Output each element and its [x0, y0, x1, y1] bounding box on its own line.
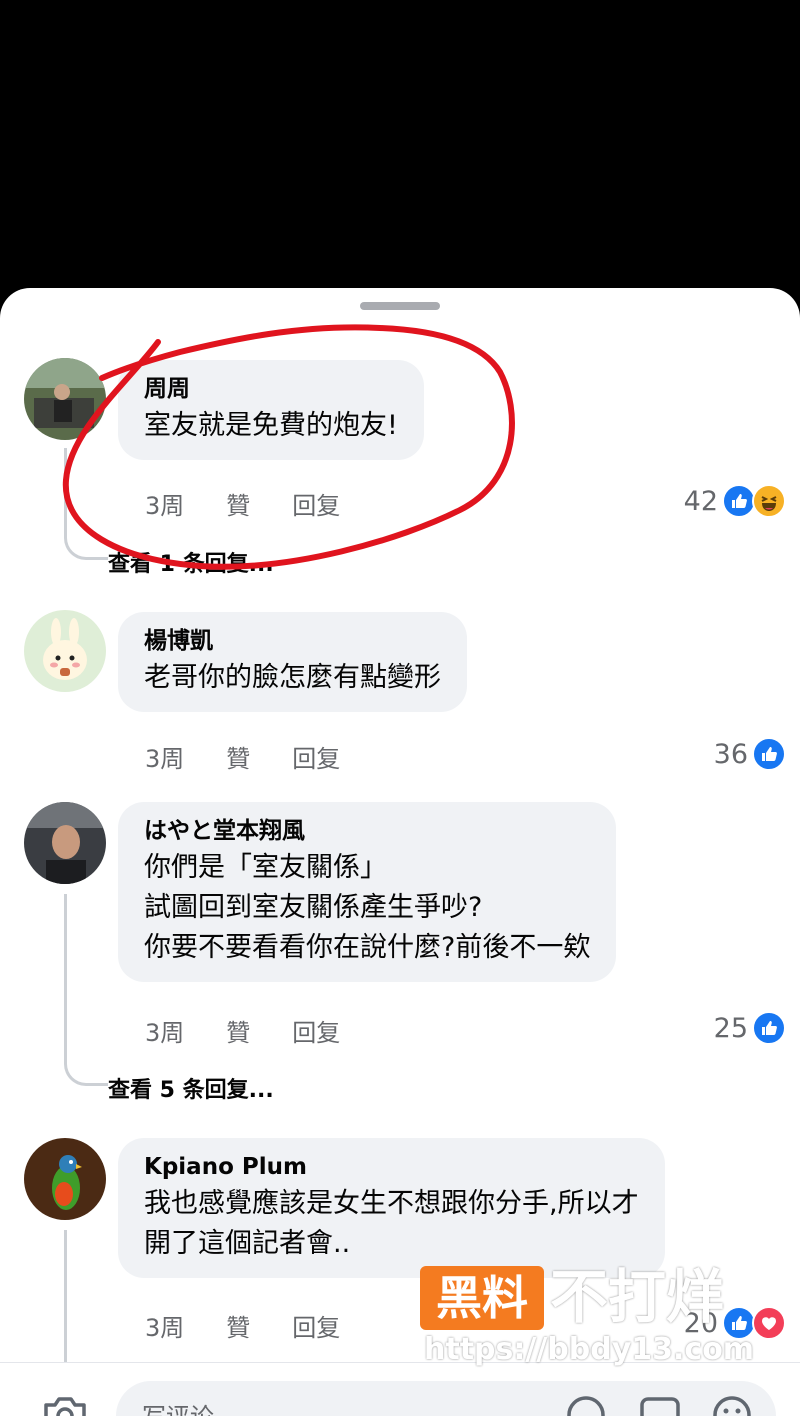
watermark-badge: 黑料 [420, 1266, 544, 1330]
reply-thread-line [64, 894, 108, 1086]
comment-bubble[interactable]: はやと堂本翔風 你們是「室友關係」 試圖回到室友關係產生爭吵? 你要不要看看你在… [118, 802, 617, 982]
reply-button[interactable]: 回复 [292, 486, 340, 521]
comment-author[interactable]: はやと堂本翔風 [144, 814, 590, 848]
camera-icon[interactable] [42, 1393, 88, 1416]
haha-icon [752, 484, 786, 518]
avatar[interactable] [24, 1138, 106, 1220]
comment-bubble[interactable]: 楊博凱 老哥你的臉怎麼有點變形 [118, 612, 467, 712]
avatar[interactable] [24, 358, 106, 440]
comment-actions: 3周 贊 回复 [145, 1308, 382, 1342]
like-icon [752, 737, 786, 771]
comment-text: 開了這個記者會.. [144, 1228, 351, 1259]
emoji-icon[interactable] [710, 1393, 754, 1416]
reaction-count: 36 [713, 738, 748, 770]
comment-input-placeholder: 写评论 [142, 1397, 214, 1416]
reaction-count: 25 [713, 1012, 748, 1044]
like-icon [722, 484, 756, 518]
sticker-icon[interactable] [564, 1393, 608, 1416]
like-button[interactable]: 贊 [226, 1308, 250, 1343]
avatar[interactable] [24, 610, 106, 692]
reply-button[interactable]: 回复 [292, 1013, 340, 1048]
comment-bubble[interactable]: 周周 室友就是免費的炮友! [118, 360, 424, 460]
like-icon [752, 1011, 786, 1045]
watermark: 黑料 不打烊 https://bbdy13.com [420, 1262, 800, 1372]
comment-text: 試圖回到室友關係產生爭吵? [144, 892, 483, 923]
comment-time: 3周 [145, 1313, 185, 1342]
comment-author[interactable]: 楊博凱 [144, 624, 441, 658]
comment-author[interactable]: Kpiano Plum [144, 1150, 639, 1184]
reaction-summary[interactable]: 42 [684, 483, 786, 519]
comment-text: 我也感覺應該是女生不想跟你分手,所以才 [144, 1188, 639, 1219]
sheet-drag-handle[interactable] [360, 302, 440, 310]
reply-button[interactable]: 回复 [292, 1308, 340, 1343]
comment-time: 3周 [145, 491, 185, 520]
comments-sheet: 周周 室友就是免費的炮友! 3周 贊 回复 42 查看 1 条回复... 楊博凱… [0, 288, 800, 1416]
watermark-url: https://bbdy13.com [424, 1332, 755, 1367]
like-button[interactable]: 贊 [226, 1013, 250, 1048]
comment-text: 你要不要看看你在說什麼?前後不一欸 [144, 932, 591, 963]
comment-input[interactable]: 写评论 [116, 1381, 776, 1416]
like-button[interactable]: 贊 [226, 486, 250, 521]
watermark-text: 不打烊 [550, 1263, 725, 1331]
comment-actions: 3周 贊 回复 [145, 1013, 382, 1047]
reaction-summary[interactable]: 36 [714, 736, 786, 772]
comment-time: 3周 [145, 744, 185, 773]
comment-actions: 3周 贊 回复 [145, 739, 382, 773]
comment-text: 老哥你的臉怎麼有點變形 [144, 662, 441, 693]
comment-bubble[interactable]: Kpiano Plum 我也感覺應該是女生不想跟你分手,所以才 開了這個記者會.… [118, 1138, 665, 1278]
reply-button[interactable]: 回复 [292, 739, 340, 774]
comment-text: 室友就是免費的炮友! [144, 410, 398, 441]
comment-author[interactable]: 周周 [144, 372, 398, 406]
reply-thread-line [64, 448, 108, 560]
gif-icon[interactable] [638, 1393, 682, 1416]
comment-text: 你們是「室友關係」 [144, 852, 387, 883]
reaction-count: 42 [683, 485, 718, 517]
reaction-summary[interactable]: 25 [714, 1010, 786, 1046]
view-replies-link[interactable]: 查看 1 条回复... [108, 546, 274, 578]
avatar[interactable] [24, 802, 106, 884]
view-replies-link[interactable]: 查看 5 条回复... [108, 1072, 274, 1104]
comment-actions: 3周 贊 回复 [145, 486, 382, 520]
like-button[interactable]: 贊 [226, 739, 250, 774]
comment-time: 3周 [145, 1018, 185, 1047]
